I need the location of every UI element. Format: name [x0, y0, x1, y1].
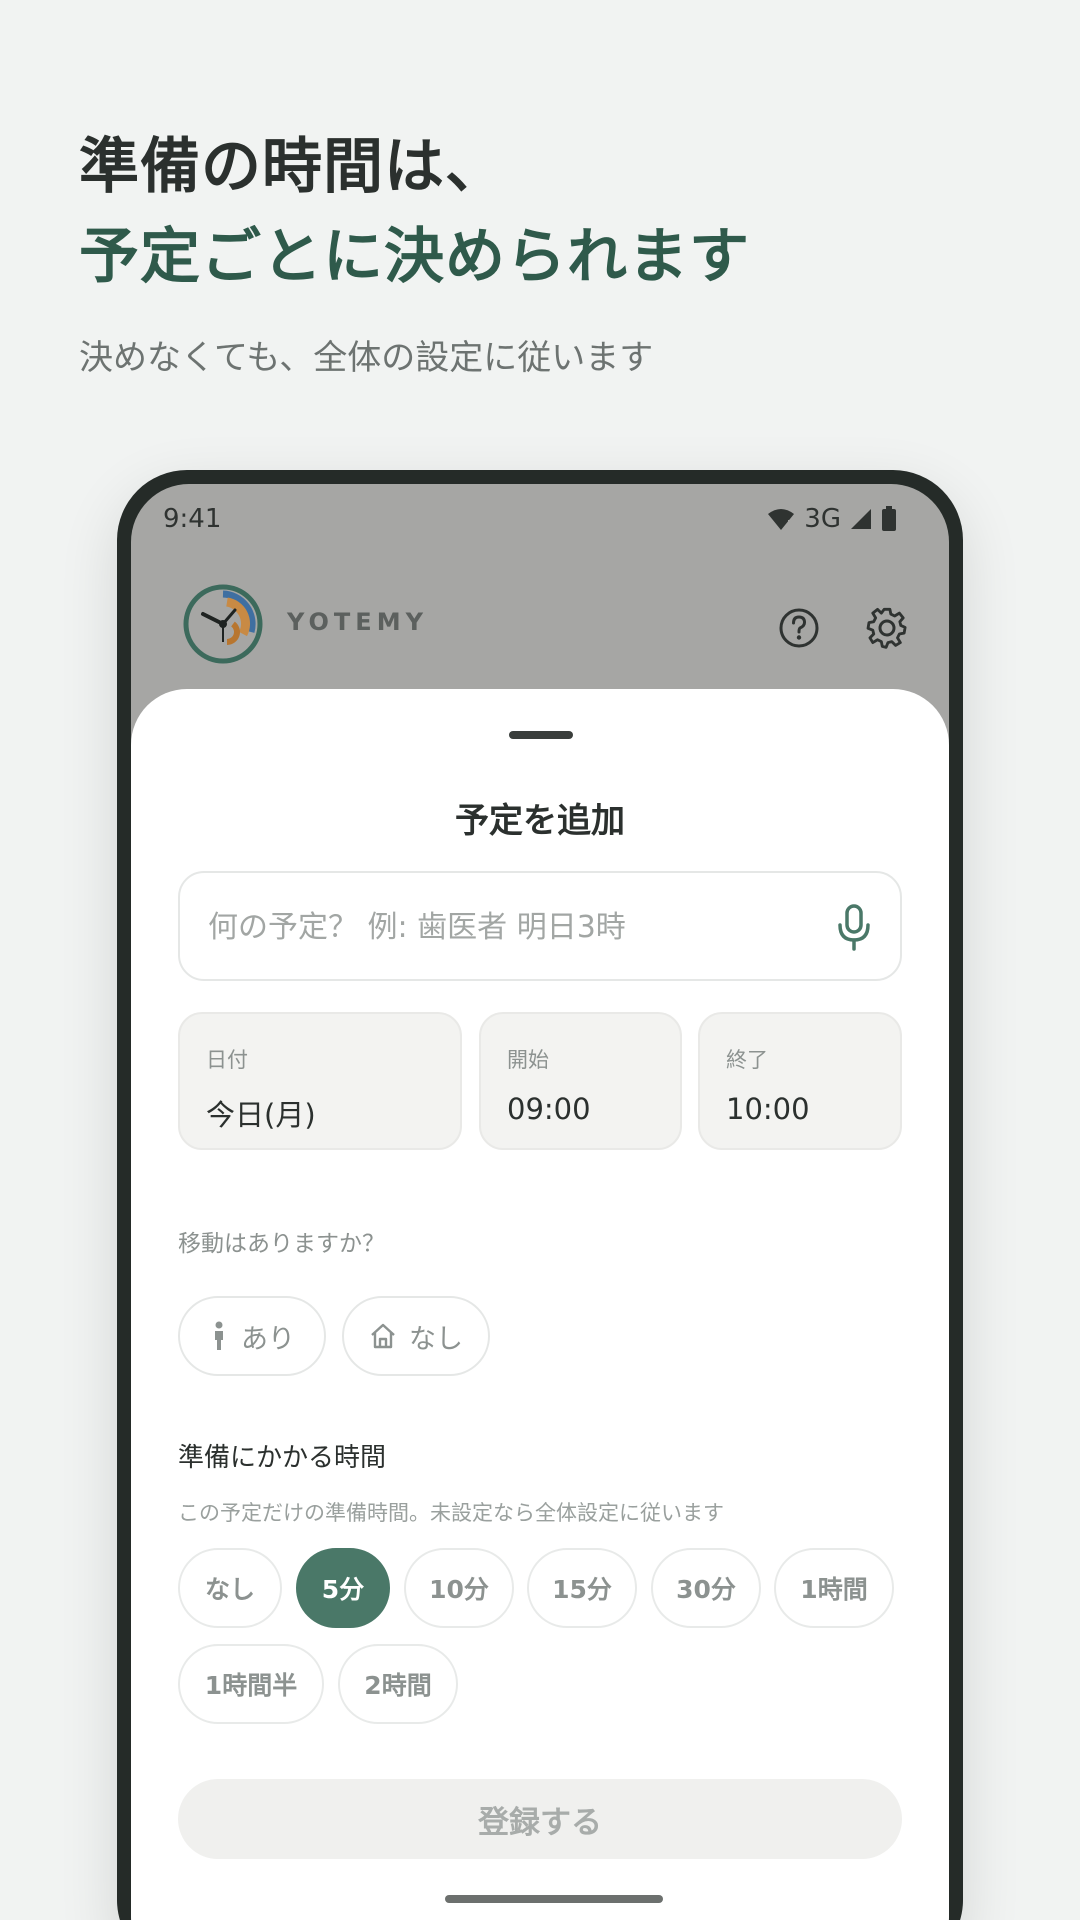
date-field[interactable]: 日付 今日(月) — [178, 1012, 462, 1150]
travel-no-button[interactable]: なし — [342, 1296, 490, 1376]
status-time: 9:41 — [163, 504, 222, 534]
status-icons: 3G — [766, 504, 897, 534]
end-value: 10:00 — [726, 1092, 810, 1126]
signal-icon — [851, 509, 871, 529]
phone-frame: 9:41 3G YOTEMY 予定を追加 何の予定？ 例: 歯医者 明日3時 日… — [117, 470, 963, 1920]
prep-option-30min[interactable]: 30分 — [651, 1548, 761, 1628]
prep-time-subtitle: この予定だけの準備時間。未設定なら全体設定に従います — [178, 1501, 724, 1525]
prep-option-5min[interactable]: 5分 — [296, 1548, 390, 1628]
yotemy-logo-icon — [183, 584, 263, 664]
add-event-sheet: 予定を追加 日付 今日(月) 開始 09:00 — [131, 689, 949, 1920]
page: 準備の時間は、 予定ごとに決められます 決めなくても、全体の設定に従います 9:… — [0, 0, 1080, 1920]
battery-icon — [882, 506, 896, 531]
help-icon[interactable] — [777, 606, 821, 650]
app-bar: YOTEMY — [131, 584, 949, 684]
travel-no-label: なし — [409, 1323, 463, 1355]
hero-subtitle: 決めなくても、全体の設定に従います — [79, 338, 654, 378]
start-time-field[interactable]: 開始 09:00 — [479, 1012, 682, 1150]
gear-icon[interactable] — [865, 606, 909, 650]
hero-title-line1: 準備の時間は、 — [79, 132, 506, 202]
prep-option-1hour[interactable]: 1時間 — [774, 1548, 894, 1628]
prep-option-1-5hour[interactable]: 1時間半 — [178, 1644, 324, 1724]
travel-yes-label: あり — [241, 1323, 295, 1355]
date-label: 日付 — [206, 1048, 248, 1072]
hero-title-line2: 予定ごとに決められます — [79, 222, 750, 292]
event-input-box — [178, 871, 902, 981]
prep-option-none[interactable]: なし — [178, 1548, 282, 1628]
walking-person-icon — [215, 1321, 223, 1350]
network-type: 3G — [804, 504, 841, 534]
start-label: 開始 — [507, 1048, 549, 1072]
event-input[interactable] — [208, 899, 808, 955]
sheet-drag-handle[interactable] — [509, 731, 573, 739]
start-value: 09:00 — [507, 1092, 591, 1126]
date-value: 今日(月) — [206, 1098, 316, 1132]
travel-yes-button[interactable]: あり — [178, 1296, 326, 1376]
prep-option-10min[interactable]: 10分 — [404, 1548, 514, 1628]
end-label: 終了 — [726, 1048, 768, 1072]
brand-name: YOTEMY — [287, 608, 428, 636]
prep-option-2hour[interactable]: 2時間 — [338, 1644, 458, 1724]
prep-option-15min[interactable]: 15分 — [527, 1548, 637, 1628]
status-bar: 9:41 3G — [131, 484, 949, 544]
register-button[interactable]: 登録する — [178, 1779, 902, 1859]
wifi-icon — [768, 509, 795, 531]
prep-time-title: 準備にかかる時間 — [178, 1443, 387, 1473]
phone-screen: 9:41 3G YOTEMY 予定を追加 何の予定？ 例: 歯医者 明日3時 日… — [131, 484, 949, 1920]
home-indicator[interactable] — [445, 1895, 663, 1903]
sheet-title: 予定を追加 — [455, 801, 625, 841]
travel-question: 移動はありますか？ — [178, 1231, 385, 1257]
home-icon — [371, 1323, 395, 1349]
microphone-icon[interactable] — [832, 903, 876, 953]
end-time-field[interactable]: 終了 10:00 — [698, 1012, 902, 1150]
